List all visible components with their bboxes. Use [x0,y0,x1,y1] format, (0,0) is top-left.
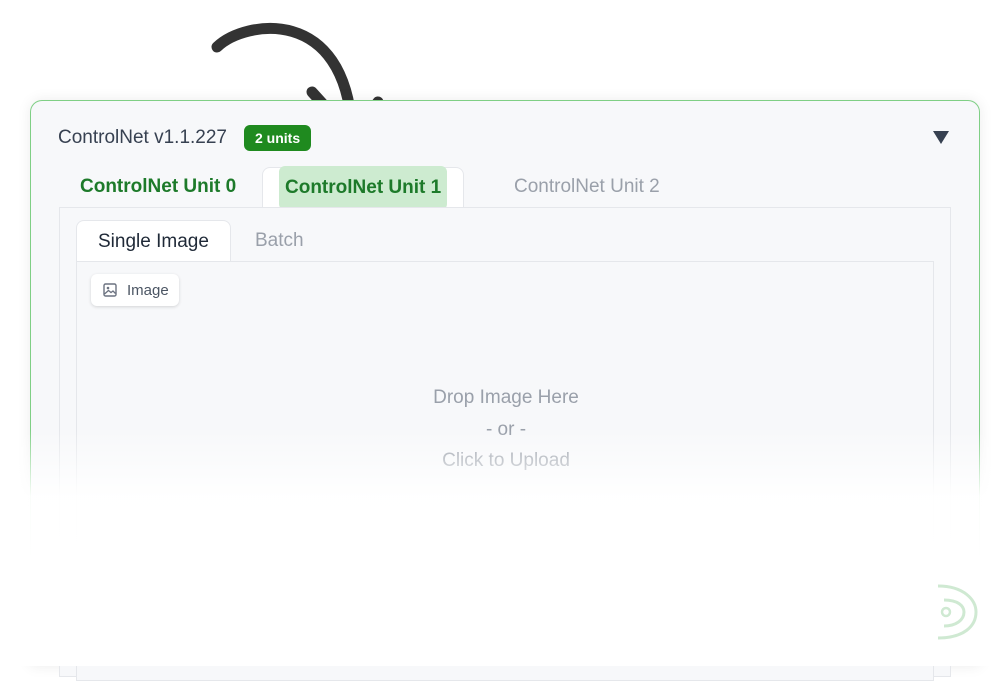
tab-label: ControlNet Unit 1 [279,166,448,210]
image-label: Image [91,274,179,306]
logo-icon [937,584,978,640]
drop-line: Drop Image Here [433,387,579,408]
or-line: - or - [485,418,527,440]
panel-title[interactable]: ControlNet v1.1.227 [58,127,227,149]
tab-controlnet-unit-2[interactable]: ControlNet Unit 2 [493,167,681,207]
unit-content: Single Image Batch Image Drop Image Here… [59,207,951,681]
drop-instructions: Drop Image Here - or - Click to Upload [77,382,935,477]
tab-single-image[interactable]: Single Image [76,220,231,262]
image-icon [103,283,117,297]
triangle-down-icon[interactable] [933,131,949,144]
image-tabs: Single Image Batch [76,220,934,262]
tab-controlnet-unit-1[interactable]: ControlNet Unit 1 [262,166,465,210]
controlnet-panel: ControlNet v1.1.227 2 units ControlNet U… [30,100,980,681]
image-upload-dropzone[interactable]: Image Drop Image Here - or - Click to Up… [76,261,934,681]
tab-controlnet-unit-0[interactable]: ControlNet Unit 0 [59,167,257,207]
unit-tabs: ControlNet Unit 0 ControlNet Unit 1 Cont… [59,166,951,210]
image-label-text: Image [127,281,169,299]
units-badge: 2 units [244,125,312,151]
tab-batch[interactable]: Batch [234,220,325,262]
click-to-upload[interactable]: Click to Upload [77,445,935,477]
